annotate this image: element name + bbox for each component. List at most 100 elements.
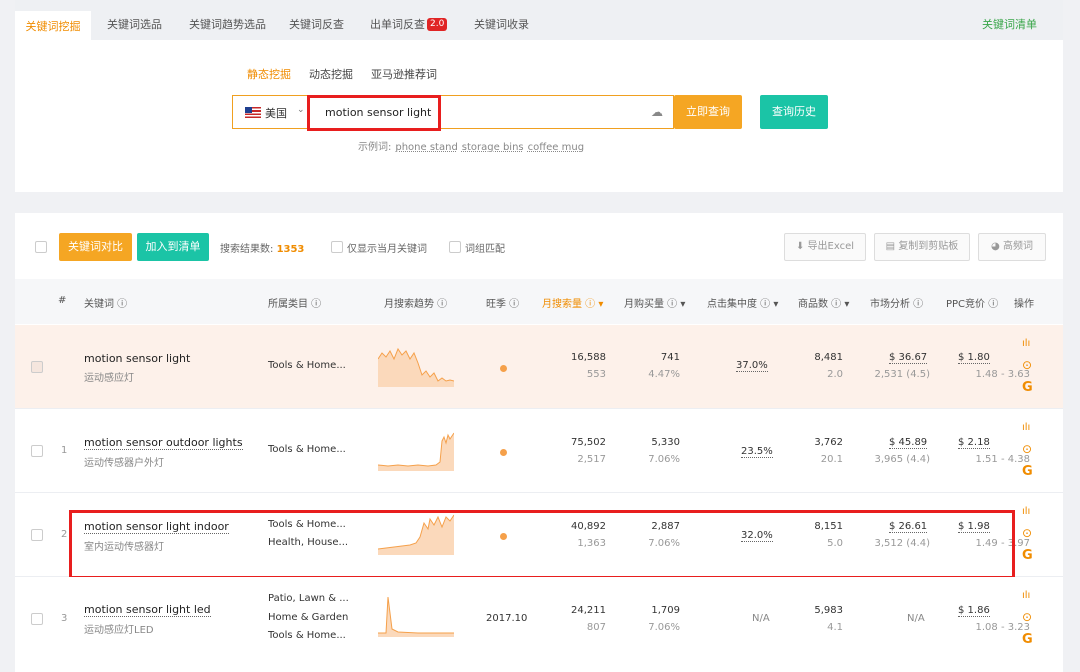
table-row (15, 577, 1063, 672)
search-volume: 75,502 (571, 437, 606, 448)
category-text: Home & Garden (268, 612, 349, 623)
tab-keyword-trend[interactable]: 关键词趋势选品 (189, 11, 266, 40)
category-text: Patio, Lawn & ... (268, 593, 349, 604)
more-icon[interactable]: ⊙ (1022, 442, 1032, 456)
purchase-rate: 4.47% (648, 369, 680, 380)
product-ratio: 2.0 (827, 369, 843, 380)
row-index: 1 (61, 445, 68, 456)
season-dot (500, 449, 507, 456)
bar-chart-icon[interactable]: ılı (1022, 422, 1030, 433)
only-month-checkbox[interactable] (331, 241, 343, 253)
col-purchase[interactable]: 月购买量 ⓘ ▾ (624, 295, 685, 310)
version-badge: 2.0 (427, 18, 448, 31)
keyword-translation: 运动传感器户外灯 (84, 458, 164, 469)
trend-sparkline (378, 347, 454, 387)
ppc-price[interactable]: $ 2.18 (958, 437, 990, 449)
query-button[interactable]: 立即查询 (674, 95, 742, 129)
click-concentration[interactable]: 23.5% (741, 446, 773, 458)
phrase-match-checkbox[interactable] (449, 241, 461, 253)
col-products[interactable]: 商品数 ⓘ ▾ (798, 295, 849, 310)
keyword-translation: 运动感应灯LED (84, 625, 154, 636)
col-index: # (58, 295, 67, 306)
product-ratio: 20.1 (820, 454, 843, 465)
season-dot (500, 365, 507, 372)
keyword-translation: 运动感应灯 (84, 373, 134, 384)
product-ratio: 4.1 (827, 622, 843, 633)
purchase-rate: 7.06% (648, 622, 680, 633)
market-price[interactable]: $ 45.89 (889, 437, 928, 449)
keyword-text[interactable]: motion sensor light (84, 352, 190, 365)
purchase-volume: 741 (660, 352, 680, 363)
col-click-concentration[interactable]: 点击集中度 ⓘ ▾ (707, 295, 778, 310)
market-price[interactable]: $ 36.67 (889, 352, 928, 364)
clipboard-icon: ▤ (885, 241, 896, 252)
subtab-amazon[interactable]: 亚马逊推荐词 (371, 66, 437, 82)
more-icon[interactable]: ⊙ (1022, 526, 1032, 540)
row-checkbox[interactable] (31, 361, 43, 373)
ppc-range: 1.51 - 4.38 (975, 454, 1031, 465)
compare-button[interactable]: 关键词对比 (59, 233, 132, 261)
subtab-static[interactable]: 静态挖掘 (247, 66, 291, 82)
ppc-price[interactable]: $ 1.86 (958, 605, 990, 617)
row-checkbox[interactable] (31, 445, 43, 457)
tab-keyword-reverse[interactable]: 关键词反查 (289, 11, 344, 40)
more-icon[interactable]: ⊙ (1022, 610, 1032, 624)
row-checkbox[interactable] (31, 529, 43, 541)
col-ppc: PPC竞价 ⓘ (946, 299, 999, 310)
google-icon[interactable]: G (1022, 548, 1033, 563)
row-checkbox[interactable] (31, 613, 43, 625)
col-market: 市场分析 ⓘ (870, 299, 924, 310)
row-index: 2 (61, 529, 68, 540)
copy-clipboard-button[interactable]: ▤ 复制到剪贴板 (874, 233, 970, 261)
row-index: 3 (61, 613, 68, 624)
more-icon[interactable]: ⊙ (1022, 358, 1032, 372)
example-coffee-mug[interactable]: coffee mug (528, 142, 584, 153)
bar-chart-icon[interactable]: ılı (1022, 590, 1030, 601)
google-icon[interactable]: G (1022, 380, 1033, 395)
google-icon[interactable]: G (1022, 632, 1033, 647)
search-volume-daily: 2,517 (577, 454, 606, 465)
result-label: 搜索结果数: (220, 244, 274, 255)
col-keyword: 关键词 ⓘ (84, 299, 128, 310)
market-reviews: 2,531 (4.5) (874, 369, 930, 380)
export-excel-button[interactable]: ⬇ 导出Excel (784, 233, 866, 261)
keyword-text[interactable]: motion sensor outdoor lights (84, 436, 243, 450)
keyword-list-link[interactable]: 关键词清单 (982, 11, 1037, 40)
table-row (15, 325, 1063, 409)
bar-chart-icon[interactable]: ılı (1022, 338, 1030, 349)
example-storage-bins[interactable]: storage bins (462, 142, 524, 153)
tab-keyword-mining[interactable]: 关键词挖掘 (15, 11, 91, 40)
example-phone-stand[interactable]: phone stand (395, 142, 457, 153)
market-reviews: 3,965 (4.4) (874, 454, 930, 465)
purchase-volume: 1,709 (651, 605, 680, 616)
cloud-upload-icon[interactable]: ☁ (651, 105, 663, 119)
subtab-dynamic[interactable]: 动态挖掘 (309, 66, 353, 82)
purchase-volume: 5,330 (651, 437, 680, 448)
ppc-range: 1.48 - 3.63 (975, 369, 1031, 380)
google-icon[interactable]: G (1022, 464, 1033, 479)
col-search-volume[interactable]: 月搜索量 ⓘ ▾ (542, 295, 603, 310)
bar-chart-icon[interactable]: ılı (1022, 506, 1030, 517)
select-all-checkbox[interactable] (35, 241, 47, 253)
chevron-down-icon[interactable]: ⌄ (297, 105, 305, 115)
tab-order-reverse[interactable]: 出单词反查 2.0 (370, 11, 448, 40)
result-number: 1353 (276, 244, 305, 255)
click-concentration[interactable]: 37.0% (736, 360, 768, 372)
high-freq-button[interactable]: ◕ 高频词 (978, 233, 1046, 261)
keyword-text[interactable]: motion sensor light led (84, 603, 211, 617)
add-to-list-button[interactable]: 加入到清单 (137, 233, 209, 261)
trend-sparkline (378, 596, 454, 637)
ppc-price[interactable]: $ 1.80 (958, 352, 990, 364)
col-action: 操作 (1014, 299, 1034, 310)
tab-keyword-selection[interactable]: 关键词选品 (107, 11, 162, 40)
ppc-range: 1.08 - 3.23 (975, 622, 1031, 633)
season-text: 2017.10 (486, 613, 528, 624)
search-volume-daily: 553 (586, 369, 606, 380)
highlight-box-search (307, 95, 441, 131)
country-select[interactable]: 美国 (265, 105, 287, 121)
pie-chart-icon: ◕ (991, 241, 1000, 252)
history-button[interactable]: 查询历史 (760, 95, 828, 129)
col-category: 所属类目 ⓘ (268, 299, 322, 310)
market-price: N/A (907, 613, 925, 624)
tab-keyword-indexing[interactable]: 关键词收录 (474, 11, 529, 40)
